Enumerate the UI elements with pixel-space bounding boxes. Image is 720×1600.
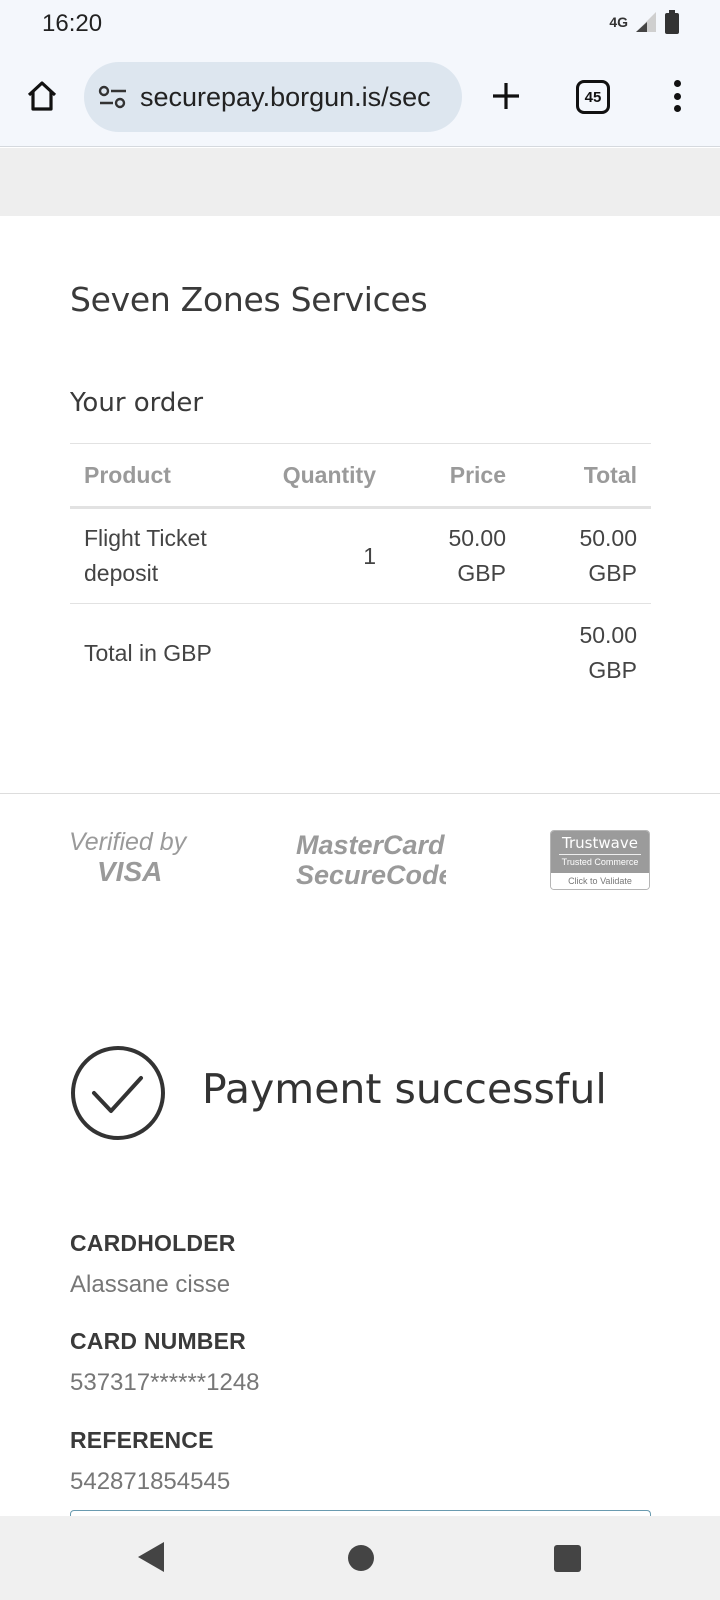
card-number-value: 537317******1248: [70, 1369, 260, 1396]
order-total-amount: 50.00: [579, 622, 637, 648]
checkmark-circle-icon: [71, 1046, 165, 1140]
address-bar[interactable]: securepay.borgun.is/sec: [84, 62, 462, 132]
page-header-band: [0, 148, 720, 216]
column-header-product: Product: [70, 443, 260, 509]
mastercard-securecode-logo: MasterCard SecureCode: [296, 830, 446, 888]
trustwave-validate-link[interactable]: Click to Validate: [551, 873, 649, 889]
back-icon[interactable]: [136, 1540, 166, 1574]
status-time: 16:20: [42, 10, 103, 37]
price-amount: 50.00: [448, 525, 506, 551]
system-navigation-bar: [0, 1516, 720, 1600]
card-number-label: CARD NUMBER: [70, 1328, 246, 1354]
quantity-cell: 1: [260, 507, 390, 604]
trustwave-seal-top: Trustwave Trusted Commerce: [551, 831, 649, 873]
trustwave-seal[interactable]: Trustwave Trusted Commerce Click to Vali…: [550, 830, 650, 890]
column-header-total: Total: [520, 443, 651, 509]
total-cell: 50.00 GBP: [520, 507, 651, 604]
signal-icon: [636, 12, 656, 32]
cardholder-label: CARDHOLDER: [70, 1230, 236, 1256]
order-total-value: 50.00 GBP: [520, 604, 651, 701]
reference-label: REFERENCE: [70, 1427, 214, 1453]
more-menu-button[interactable]: [662, 76, 692, 116]
new-tab-button[interactable]: [488, 78, 524, 114]
total-amount: 50.00: [579, 525, 637, 551]
home-nav-icon[interactable]: [348, 1545, 374, 1571]
dot-icon: [673, 80, 681, 87]
verified-by-visa-logo: Verified by VISA: [69, 828, 188, 887]
plus-icon: [493, 83, 519, 109]
trustwave-subtitle: Trusted Commerce: [559, 854, 641, 867]
battery-icon: [665, 10, 679, 34]
merchant-name: Seven Zones Services: [70, 280, 428, 319]
order-table: Product Quantity Price Total Flight Tick…: [70, 443, 651, 700]
dot-icon: [673, 105, 681, 112]
status-icons: 4G: [609, 10, 680, 34]
column-header-quantity: Quantity: [260, 443, 390, 509]
visa-logo-line2: VISA: [97, 856, 162, 887]
column-header-price: Price: [390, 443, 520, 509]
price-cell: 50.00 GBP: [390, 507, 520, 604]
product-cell: Flight Ticket deposit: [70, 507, 260, 604]
dot-icon: [673, 92, 681, 100]
url-text: securepay.borgun.is/sec: [140, 82, 431, 112]
table-header-row: Product Quantity Price Total: [70, 443, 651, 509]
recents-icon[interactable]: [554, 1545, 581, 1572]
home-button[interactable]: [24, 78, 60, 114]
browser-toolbar: securepay.borgun.is/sec 45: [0, 50, 720, 147]
home-icon: [27, 81, 57, 111]
trustwave-brand: Trustwave: [562, 834, 638, 852]
total-currency: GBP: [588, 560, 637, 586]
section-divider: [0, 793, 720, 794]
order-total-row: Total in GBP 50.00 GBP: [70, 604, 651, 701]
order-total-label: Total in GBP: [84, 639, 212, 666]
order-heading: Your order: [70, 388, 204, 418]
payment-status-message: Payment successful: [202, 1065, 607, 1113]
visa-logo-line1: Verified by: [69, 828, 188, 856]
table-row: Flight Ticket deposit 1 50.00 GBP 50.00 …: [70, 507, 651, 604]
mc-logo-line2: SecureCode: [296, 860, 446, 888]
tab-switcher-button[interactable]: 45: [576, 80, 610, 114]
network-type-label: 4G: [609, 14, 628, 30]
reference-value: 542871854545: [70, 1468, 231, 1495]
price-currency: GBP: [457, 560, 506, 586]
cardholder-value: Alassane cisse: [70, 1271, 231, 1298]
site-settings-icon[interactable]: [98, 84, 128, 110]
mc-logo-line1: MasterCard: [296, 830, 445, 860]
order-total-currency: GBP: [588, 657, 637, 683]
status-bar: 16:20 4G: [0, 0, 720, 50]
